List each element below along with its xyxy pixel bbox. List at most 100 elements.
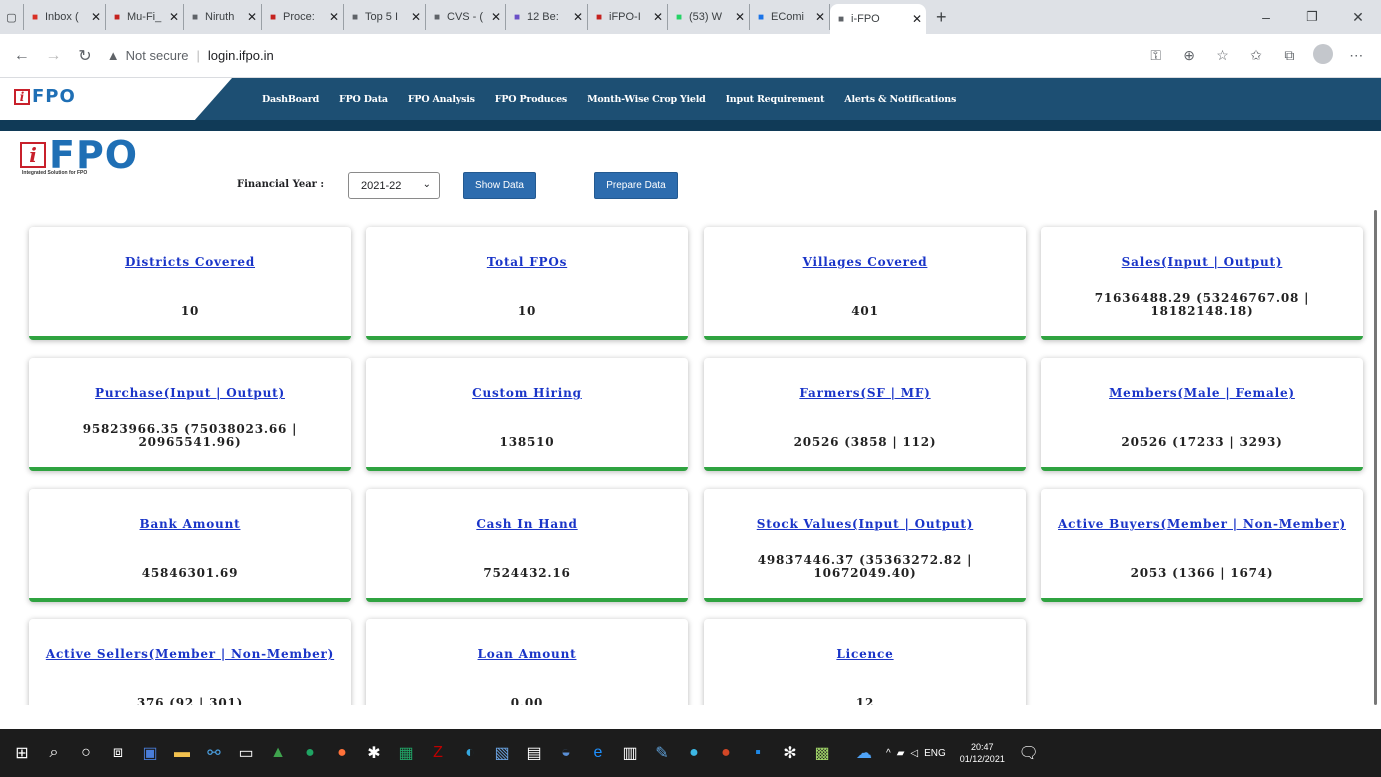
stat-card-title-link[interactable]: Farmers(SF | MF) bbox=[714, 386, 1016, 401]
tab-actions-icon[interactable]: ▢ bbox=[0, 4, 24, 30]
minimize-button[interactable]: – bbox=[1243, 4, 1289, 30]
remote-app-icon[interactable]: ▧ bbox=[486, 737, 518, 769]
word-icon[interactable]: ▪ bbox=[742, 737, 774, 769]
close-tab-icon[interactable]: ✕ bbox=[411, 10, 421, 24]
profile-avatar[interactable] bbox=[1306, 44, 1339, 67]
browser-tab[interactable]: ■ Inbox (✕ bbox=[24, 4, 106, 30]
stat-card-title-link[interactable]: Bank Amount bbox=[39, 517, 341, 532]
stat-card-title-link[interactable]: Members(Male | Female) bbox=[1051, 386, 1353, 401]
browser-tab[interactable]: ■ 12 Be: ✕ bbox=[506, 4, 588, 30]
powerpoint-icon[interactable]: ● bbox=[710, 737, 742, 769]
key-icon[interactable]: ⚿ bbox=[1139, 47, 1172, 64]
stat-card-title-link[interactable]: Licence bbox=[714, 647, 1016, 662]
close-window-button[interactable]: ✕ bbox=[1335, 4, 1381, 30]
show-data-button[interactable]: Show Data bbox=[463, 172, 536, 199]
browser-tab[interactable]: ■ Top 5 I ✕ bbox=[344, 4, 426, 30]
nav-link[interactable]: FPO Data bbox=[339, 94, 388, 105]
media-app-icon[interactable]: ▥ bbox=[614, 737, 646, 769]
browser-tab[interactable]: ■ Niruth ✕ bbox=[184, 4, 262, 30]
prepare-data-button[interactable]: Prepare Data bbox=[594, 172, 678, 199]
back-button[interactable]: ← bbox=[10, 44, 34, 68]
game-app-icon[interactable]: ▩ bbox=[806, 737, 838, 769]
extensions-icon[interactable]: ⋯ bbox=[1340, 47, 1373, 64]
close-tab-icon[interactable]: ✕ bbox=[247, 10, 257, 24]
excel-icon[interactable]: ▦ bbox=[390, 737, 422, 769]
financial-year-select[interactable]: 2021-22 ⌄ bbox=[348, 172, 440, 199]
volume-icon[interactable]: ◁ bbox=[910, 748, 918, 759]
disk-app-icon[interactable]: ◒ bbox=[550, 737, 582, 769]
navbar-logo[interactable]: i FPO bbox=[14, 86, 76, 107]
close-tab-icon[interactable]: ✕ bbox=[653, 10, 663, 24]
language-indicator[interactable]: ENG bbox=[924, 748, 946, 759]
browser-tab[interactable]: ■ (53) W ✕ bbox=[668, 4, 750, 30]
maximize-button[interactable]: ❐ bbox=[1289, 4, 1335, 30]
network-app-icon[interactable]: ⚯ bbox=[198, 737, 230, 769]
close-tab-icon[interactable]: ✕ bbox=[91, 10, 101, 24]
browser-tab[interactable]: ■ CVS - (✕ bbox=[426, 4, 506, 30]
nav-link[interactable]: Month-Wise Crop Yield bbox=[587, 94, 706, 105]
warning-icon[interactable]: ▲ bbox=[107, 48, 120, 63]
ie-icon[interactable]: e bbox=[582, 737, 614, 769]
chat-app-icon[interactable]: ● bbox=[294, 737, 326, 769]
stat-card-title-link[interactable]: Villages Covered bbox=[714, 255, 1016, 270]
browser-tab[interactable]: ■ EComi ✕ bbox=[750, 4, 830, 30]
close-tab-icon[interactable]: ✕ bbox=[912, 12, 922, 26]
stat-card-title-link[interactable]: Active Buyers(Member | Non-Member) bbox=[1051, 517, 1353, 532]
refresh-button[interactable]: ↻ bbox=[73, 44, 97, 68]
filezilla-icon[interactable]: Z bbox=[422, 737, 454, 769]
cortana-icon[interactable]: ○ bbox=[70, 737, 102, 769]
nav-link[interactable]: FPO Analysis bbox=[408, 94, 475, 105]
stat-card-title-link[interactable]: Stock Values(Input | Output) bbox=[714, 517, 1016, 532]
stat-card-title-link[interactable]: Active Sellers(Member | Non-Member) bbox=[39, 647, 341, 662]
clock[interactable]: 20:47 01/12/2021 bbox=[960, 741, 1005, 765]
stat-card-title-link[interactable]: Total FPOs bbox=[376, 255, 678, 270]
stat-card-title-link[interactable]: Custom Hiring bbox=[376, 386, 678, 401]
tool-app-icon[interactable]: ✱ bbox=[358, 737, 390, 769]
forward-button[interactable]: → bbox=[42, 44, 66, 68]
start-icon[interactable]: ⊞ bbox=[6, 737, 38, 769]
close-tab-icon[interactable]: ✕ bbox=[815, 10, 825, 24]
close-tab-icon[interactable]: ✕ bbox=[491, 10, 501, 24]
omnibox[interactable]: ▲ Not secure | login.ifpo.in bbox=[107, 41, 1139, 71]
settings-app-icon[interactable]: ✻ bbox=[774, 737, 806, 769]
nav-link[interactable]: Input Requirement bbox=[726, 94, 825, 105]
page-scrollbar[interactable] bbox=[1374, 210, 1377, 705]
notifications-icon[interactable]: 🗨 bbox=[1013, 737, 1045, 769]
favorites-icon[interactable]: ✩ bbox=[1239, 47, 1272, 64]
paint-app-icon[interactable]: ✎ bbox=[646, 737, 678, 769]
stat-card-title-link[interactable]: Sales(Input | Output) bbox=[1051, 255, 1353, 270]
close-tab-icon[interactable]: ✕ bbox=[735, 10, 745, 24]
nav-link[interactable]: DashBoard bbox=[262, 94, 319, 105]
browser-tab[interactable]: ■ iFPO-I ✕ bbox=[588, 4, 668, 30]
new-tab-button[interactable]: + bbox=[926, 4, 957, 30]
browser-tab[interactable]: ■ Proce: ✕ bbox=[262, 4, 344, 30]
file-explorer-icon[interactable]: ▬ bbox=[166, 737, 198, 769]
close-tab-icon[interactable]: ✕ bbox=[169, 10, 179, 24]
search-icon[interactable]: ⌕ bbox=[38, 737, 70, 769]
firefox-icon[interactable]: ● bbox=[326, 737, 358, 769]
onedrive-icon[interactable]: ☁ bbox=[848, 737, 880, 769]
task-view-icon[interactable]: ⧈ bbox=[102, 737, 134, 769]
nav-link[interactable]: FPO Produces bbox=[495, 94, 567, 105]
nav-link[interactable]: Alerts & Notifications bbox=[844, 94, 956, 105]
chrome-icon[interactable]: ● bbox=[678, 737, 710, 769]
browser-tab[interactable]: ■ i-FPO ✕ bbox=[830, 4, 926, 34]
window-app-icon[interactable]: ▤ bbox=[518, 737, 550, 769]
stat-card-title-link[interactable]: Cash In Hand bbox=[376, 517, 678, 532]
edge-icon[interactable]: ◐ bbox=[454, 737, 486, 769]
network-icon[interactable]: ▰ bbox=[897, 748, 905, 759]
zoom-icon[interactable]: ⊕ bbox=[1172, 47, 1205, 64]
url-text[interactable]: login.ifpo.in bbox=[208, 48, 274, 63]
stat-card-title-link[interactable]: Loan Amount bbox=[376, 647, 678, 662]
app-v2-icon[interactable]: ▣ bbox=[134, 737, 166, 769]
collections-icon[interactable]: ⧉ bbox=[1273, 47, 1306, 64]
browser-tab[interactable]: ■ Mu-Fi_ ✕ bbox=[106, 4, 184, 30]
tree-app-icon[interactable]: ▲ bbox=[262, 737, 294, 769]
stat-card-title-link[interactable]: Purchase(Input | Output) bbox=[39, 386, 341, 401]
close-tab-icon[interactable]: ✕ bbox=[329, 10, 339, 24]
tray-chevron-icon[interactable]: ^ bbox=[886, 748, 891, 759]
stat-card-title-link[interactable]: Districts Covered bbox=[39, 255, 341, 270]
terminal-icon[interactable]: ▭ bbox=[230, 737, 262, 769]
security-label[interactable]: Not secure bbox=[126, 48, 189, 63]
close-tab-icon[interactable]: ✕ bbox=[573, 10, 583, 24]
